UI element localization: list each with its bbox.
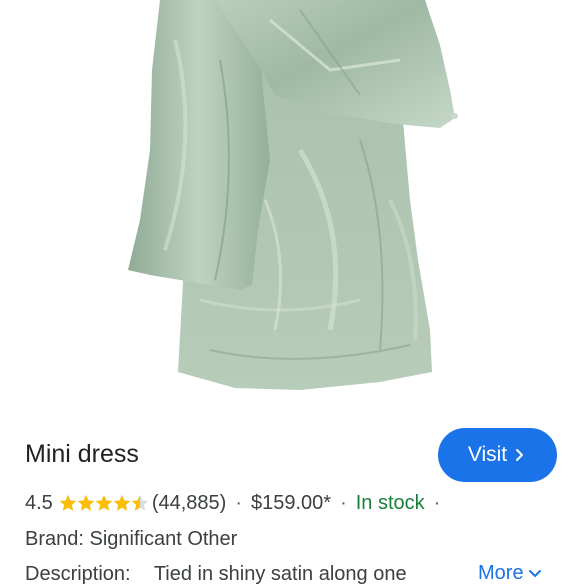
chevron-down-icon bbox=[528, 569, 541, 577]
star-icon bbox=[113, 495, 131, 511]
product-title: Mini dress bbox=[25, 440, 139, 468]
star-icon bbox=[95, 495, 113, 511]
description: Description: Tied in shiny satin along o… bbox=[25, 563, 407, 586]
stock-status: In stock bbox=[355, 491, 425, 514]
star-icon bbox=[77, 495, 95, 511]
separator: · bbox=[340, 491, 347, 514]
description-text: Tied in shiny satin along one bbox=[153, 563, 407, 585]
description-label: Description: bbox=[25, 563, 131, 585]
product-image[interactable] bbox=[0, 0, 580, 420]
separator: · bbox=[433, 491, 441, 514]
rating-value: 4.5 bbox=[25, 491, 53, 514]
product-meta: 4.5 (44,885) · $159.00* · In stock · bbox=[25, 489, 449, 517]
review-count[interactable]: (44,885) bbox=[152, 492, 227, 515]
visit-button[interactable]: Visit bbox=[438, 428, 557, 482]
star-icon bbox=[131, 495, 149, 511]
brand: Brand: Significant Other bbox=[25, 528, 238, 550]
star-icon bbox=[59, 495, 77, 511]
star-rating bbox=[59, 494, 149, 512]
separator: · bbox=[235, 491, 242, 514]
price: $159.00* bbox=[250, 491, 332, 514]
more-label: More bbox=[478, 562, 524, 584]
more-button[interactable]: More bbox=[478, 562, 542, 585]
chevron-right-icon bbox=[516, 449, 524, 461]
visit-label: Visit bbox=[467, 443, 508, 466]
